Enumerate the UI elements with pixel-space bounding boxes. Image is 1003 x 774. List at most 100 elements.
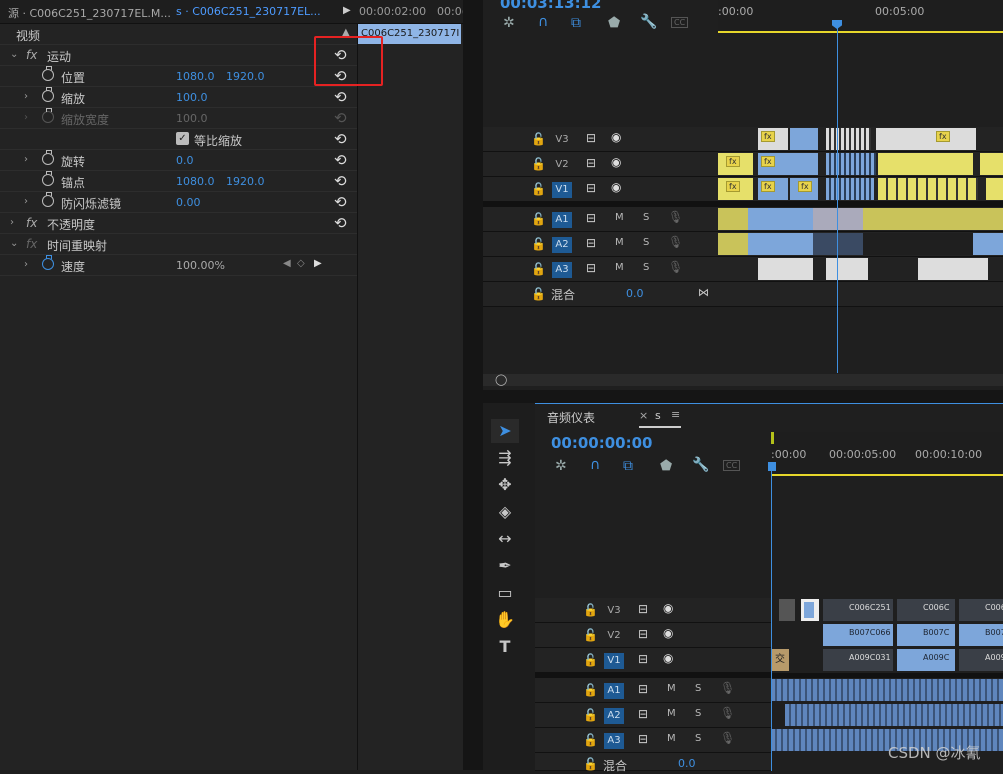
linked-selection-icon[interactable]: ⧉: [623, 458, 633, 474]
sync-lock-icon[interactable]: ⊟: [586, 236, 596, 250]
clip[interactable]: fx: [758, 128, 788, 150]
clip[interactable]: [826, 128, 871, 150]
track-select-tool-icon[interactable]: ⇶: [491, 446, 519, 470]
selection-tool-icon[interactable]: ➤: [491, 419, 519, 443]
chevron-right-icon[interactable]: ›: [24, 259, 28, 270]
razor-tool-icon[interactable]: ◈: [491, 500, 519, 524]
tab-sequence[interactable]: s: [655, 409, 661, 422]
eye-icon[interactable]: ◉: [611, 155, 621, 169]
eye-icon[interactable]: ◉: [663, 626, 673, 640]
captions-icon[interactable]: CC: [723, 460, 741, 471]
track-v3-label[interactable]: V3: [552, 132, 572, 148]
wrench-icon[interactable]: 🔧: [640, 14, 657, 30]
mute-button[interactable]: M: [615, 237, 624, 248]
program-clip-area[interactable]: fx fx fx fx fx fx fx: [718, 127, 1003, 307]
lock-icon[interactable]: 🔓: [583, 603, 598, 617]
lock-icon[interactable]: 🔓: [583, 683, 598, 697]
menu-icon[interactable]: ≡: [671, 408, 680, 421]
microphone-icon[interactable]: 🎙: [720, 706, 735, 720]
scale-value[interactable]: 100.0: [176, 91, 208, 104]
lock-icon[interactable]: 🔓: [531, 157, 546, 171]
panel-divider[interactable]: [483, 390, 1003, 403]
prev-keyframe-icon[interactable]: ◀: [283, 258, 291, 269]
clip[interactable]: [986, 178, 1003, 200]
microphone-icon[interactable]: 🎙: [668, 235, 683, 249]
next-keyframe-icon[interactable]: ▶: [314, 258, 322, 269]
clip[interactable]: A009C: [897, 649, 955, 671]
track-a1-label[interactable]: A1: [552, 212, 572, 228]
fx-icon[interactable]: fx: [26, 48, 37, 62]
clip[interactable]: A009C031: [823, 649, 893, 671]
lock-icon[interactable]: 🔓: [531, 237, 546, 251]
stopwatch-icon[interactable]: [42, 171, 54, 186]
solo-button[interactable]: S: [695, 683, 701, 694]
reset-icon[interactable]: ⟲: [334, 88, 347, 106]
eye-icon[interactable]: ◉: [611, 180, 621, 194]
clip[interactable]: A009: [959, 649, 1003, 671]
tab-audio-meters[interactable]: 音频仪表: [547, 409, 595, 426]
mix-expand-icon[interactable]: ⋈: [698, 286, 709, 299]
lock-icon[interactable]: 🔓: [583, 733, 598, 747]
ripple-edit-tool-icon[interactable]: ✥: [491, 473, 519, 497]
microphone-icon[interactable]: 🎙: [720, 731, 735, 745]
clip[interactable]: fx: [758, 153, 818, 175]
mute-button[interactable]: M: [667, 708, 676, 719]
stopwatch-icon[interactable]: [42, 66, 54, 81]
slip-tool-icon[interactable]: ↔: [491, 527, 519, 551]
stopwatch-icon[interactable]: [42, 150, 54, 165]
clip[interactable]: [878, 153, 973, 175]
add-keyframe-icon[interactable]: ◇: [297, 258, 305, 269]
clip[interactable]: fx: [718, 153, 753, 175]
anchor-x-value[interactable]: 1080.0: [176, 175, 215, 188]
lock-icon[interactable]: 🔓: [531, 287, 546, 301]
tab-effect-controls[interactable]: s · C006C251_230717EL...: [176, 5, 321, 18]
scroll-handle-icon[interactable]: ◯: [495, 373, 507, 386]
wrench-icon[interactable]: 🔧: [692, 457, 709, 473]
sync-lock-icon[interactable]: ⊟: [638, 682, 648, 696]
position-x-value[interactable]: 1080.0: [176, 70, 215, 83]
lock-icon[interactable]: 🔓: [583, 757, 598, 771]
mute-button[interactable]: M: [615, 212, 624, 223]
program-ruler[interactable]: :00:00 00:05:00: [718, 0, 1003, 36]
rotation-value[interactable]: 0.0: [176, 154, 194, 167]
clip[interactable]: [980, 153, 1003, 175]
track-v1-label[interactable]: V1: [604, 653, 624, 669]
microphone-icon[interactable]: 🎙: [668, 260, 683, 274]
track-a2-label[interactable]: A2: [604, 708, 624, 724]
clip[interactable]: [826, 178, 874, 200]
mix-value[interactable]: 0.0: [626, 287, 644, 300]
track-v2-label[interactable]: V2: [604, 628, 624, 644]
mix-value[interactable]: 0.0: [678, 757, 696, 770]
sequence-ruler[interactable]: :00:00 00:00:05:00 00:00:10:00: [768, 432, 1003, 476]
track-v3-label[interactable]: V3: [604, 603, 624, 619]
mute-button[interactable]: M: [667, 733, 676, 744]
audio-clip[interactable]: [785, 704, 1003, 726]
close-tab-icon[interactable]: ×: [639, 409, 648, 422]
track-a3-label[interactable]: A3: [604, 733, 624, 749]
stopwatch-icon[interactable]: [42, 192, 54, 207]
sync-lock-icon[interactable]: ⊟: [586, 156, 596, 170]
clip[interactable]: fx: [928, 128, 976, 150]
effect-motion[interactable]: ⌄ fx 运动 ⟲: [0, 45, 357, 66]
audio-clip[interactable]: [718, 208, 1003, 230]
transition[interactable]: 交: [771, 649, 789, 671]
sync-lock-icon[interactable]: ⊟: [638, 732, 648, 746]
microphone-icon[interactable]: 🎙: [720, 681, 735, 695]
lock-icon[interactable]: 🔓: [531, 262, 546, 276]
lock-icon[interactable]: 🔓: [583, 708, 598, 722]
marker-icon[interactable]: ⬟: [660, 458, 672, 474]
work-area-bar[interactable]: [771, 474, 1003, 476]
anchor-y-value[interactable]: 1920.0: [226, 175, 265, 188]
in-point-marker[interactable]: [771, 432, 774, 444]
lock-icon[interactable]: 🔓: [583, 653, 598, 667]
chevron-right-icon[interactable]: ›: [24, 154, 28, 165]
eye-icon[interactable]: ◉: [663, 651, 673, 665]
sequence-timecode[interactable]: 00:00:00:00: [551, 434, 653, 452]
clip[interactable]: [790, 128, 818, 150]
audio-clip[interactable]: [771, 679, 1003, 701]
sync-lock-icon[interactable]: ⊟: [638, 652, 648, 666]
magnet-icon[interactable]: ∩: [538, 14, 548, 30]
clip[interactable]: B007: [959, 624, 1003, 646]
position-y-value[interactable]: 1920.0: [226, 70, 265, 83]
playhead-handle[interactable]: [768, 462, 776, 471]
